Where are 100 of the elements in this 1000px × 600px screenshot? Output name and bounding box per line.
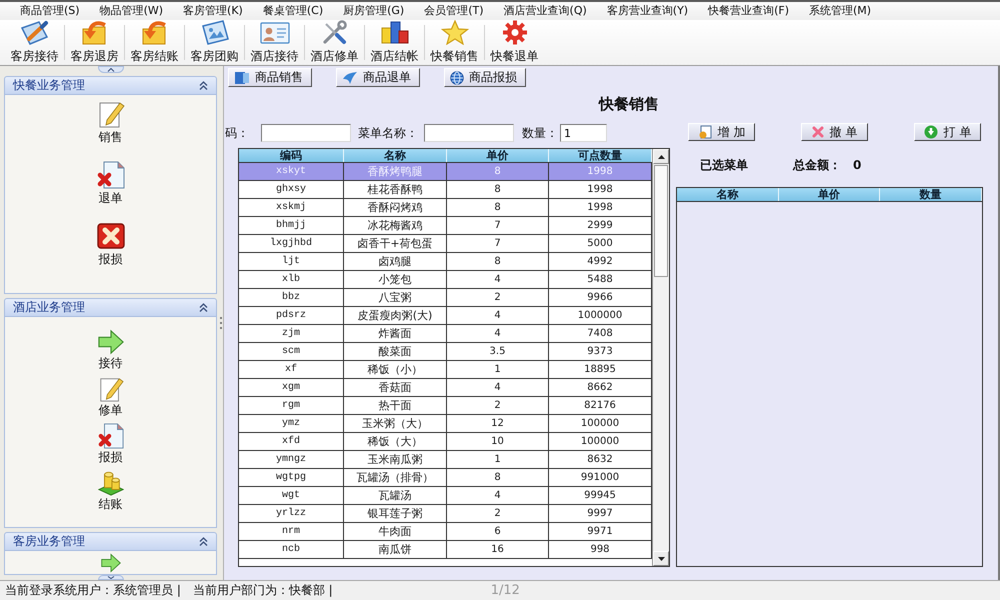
- table-cell: 银耳莲子粥: [344, 505, 447, 522]
- table-row[interactable]: bhmjj 冰花梅酱鸡 7 2999: [239, 217, 652, 235]
- menu-item[interactable]: 物品管理(W): [92, 3, 170, 19]
- table-cell: lxgjhbd: [239, 235, 344, 252]
- table-cell: 卤鸡腿: [344, 253, 447, 270]
- loss-report-button[interactable]: 商品报损: [444, 68, 526, 87]
- table-row[interactable]: nrm 牛肉面 6 9971: [239, 523, 652, 541]
- page-title: 快餐销售: [597, 95, 660, 113]
- table-cell: 8: [447, 253, 549, 270]
- pencil-document-icon: [98, 376, 124, 402]
- table-cell: 4: [447, 379, 549, 396]
- quantity-field[interactable]: 1: [560, 124, 607, 142]
- table-cell: 牛肉面: [344, 523, 447, 540]
- table-cell: 2: [447, 397, 549, 414]
- sidebar-item[interactable]: [100, 553, 120, 573]
- toolbar-button[interactable]: 客房接待: [6, 20, 63, 65]
- sidebar-item[interactable]: 报损: [98, 423, 124, 464]
- table-row[interactable]: xfd 稀饭（大） 10 100000: [239, 433, 652, 451]
- field-label: 菜单名称：: [358, 124, 418, 142]
- sidebar-item[interactable]: 修单: [98, 376, 124, 417]
- sidebar-item[interactable]: 接待: [98, 329, 124, 370]
- table-cell: 玉米南瓜粥: [344, 451, 447, 468]
- sidebar-section-header[interactable]: 酒店业务管理: [4, 298, 217, 317]
- toolbar-button[interactable]: 快餐退单: [486, 20, 543, 65]
- table-row[interactable]: wgtpg 瓦罐汤（排骨） 8 991000: [239, 469, 652, 487]
- scroll-down-button[interactable]: [653, 551, 669, 566]
- toolbar-button[interactable]: 酒店结帐: [366, 20, 423, 65]
- table-cell: 6: [447, 523, 549, 540]
- chevron-up-icon: [106, 68, 114, 72]
- cancel-order-button[interactable]: 撤 单: [801, 123, 868, 141]
- sidebar-item[interactable]: 销售: [96, 100, 124, 144]
- menu-item[interactable]: 酒店营业查询(Q): [496, 3, 594, 19]
- selected-menu-label: 已选菜单: [700, 156, 748, 174]
- status-text: 当前登录系统用户：系统管理员 |: [5, 582, 181, 599]
- total-label: 总金额：: [793, 156, 841, 174]
- table-row[interactable]: ncb 南瓜饼 16 998: [239, 541, 652, 559]
- document-cross-icon: [96, 161, 124, 189]
- menu-item[interactable]: 餐桌管理(C): [256, 3, 330, 19]
- field-label: 数量：: [522, 124, 558, 142]
- table-cell: ghxsy: [239, 181, 344, 198]
- column-header: 单价: [778, 188, 880, 201]
- table-row[interactable]: xlb 小笼包 4 5488: [239, 271, 652, 289]
- code-field[interactable]: [261, 124, 351, 142]
- table-row[interactable]: ymz 玉米粥（大） 12 100000: [239, 415, 652, 433]
- swoosh-icon: [342, 70, 358, 84]
- table-cell: nrm: [239, 523, 344, 540]
- toolbar-button[interactable]: 酒店接待: [246, 20, 303, 65]
- sidebar-section-header[interactable]: 快餐业务管理: [4, 76, 217, 95]
- toolbar-button[interactable]: 客房团购: [186, 20, 243, 65]
- menu-item[interactable]: 客房管理(K): [176, 3, 250, 19]
- scroll-up-button[interactable]: [653, 149, 669, 164]
- table-row[interactable]: lxgjhbd 卤香干+荷包蛋 7 5000: [239, 235, 652, 253]
- print-button[interactable]: 打 单: [914, 123, 981, 141]
- toolbar-button[interactable]: 客房退房: [66, 20, 123, 65]
- menu-item[interactable]: 系统管理(M): [802, 3, 878, 19]
- table-row[interactable]: yrlzz 银耳莲子粥 2 9997: [239, 505, 652, 523]
- sidebar-item[interactable]: 结账: [98, 470, 124, 511]
- table-row[interactable]: xf 稀饭（小） 1 18895: [239, 361, 652, 379]
- table-cell: rgm: [239, 397, 344, 414]
- menu-item[interactable]: 厨房管理(G): [336, 3, 412, 19]
- scrollbar-track[interactable]: [652, 149, 669, 566]
- right-arrow-icon: [98, 329, 124, 355]
- return-button[interactable]: 商品退单: [336, 68, 420, 87]
- table-cell: 酸菜面: [344, 343, 447, 360]
- toolbar-button[interactable]: 快餐销售: [426, 20, 483, 65]
- sale-button[interactable]: 商品销售: [228, 68, 312, 87]
- menu-item[interactable]: 客房营业查询(Y): [600, 3, 696, 19]
- sidebar-item[interactable]: 报损: [96, 222, 124, 266]
- table-cell: xfd: [239, 433, 344, 450]
- sidebar-section-header[interactable]: 客房业务管理: [4, 532, 217, 551]
- table-cell: 香酥闷烤鸡: [344, 199, 447, 216]
- table-row[interactable]: scm 酸菜面 3.5 9373: [239, 343, 652, 361]
- table-cell: 7: [447, 217, 549, 234]
- table-cell: 瓦罐汤（排骨）: [344, 469, 447, 486]
- menu-item[interactable]: 商品管理(S): [13, 3, 87, 19]
- table-row[interactable]: rgm 热干面 2 82176: [239, 397, 652, 415]
- document-icon: [698, 125, 712, 139]
- table-row[interactable]: pdsrz 皮蛋瘦肉粥(大) 4 1000000: [239, 307, 652, 325]
- table-row[interactable]: ghxsy 桂花香酥鸭 8 1998: [239, 181, 652, 199]
- menu-item[interactable]: 快餐营业查询(F): [701, 3, 796, 19]
- dish-name-field[interactable]: [424, 124, 514, 142]
- table-row[interactable]: xskmj 香酥闷烤鸡 8 1998: [239, 199, 652, 217]
- panel-scroll-up-button[interactable]: [98, 66, 124, 73]
- table-cell: 桂花香酥鸭: [344, 181, 447, 198]
- menu-item[interactable]: 会员管理(T): [417, 3, 491, 19]
- table-row[interactable]: xgm 香菇面 4 8662: [239, 379, 652, 397]
- table-row[interactable]: ymngz 玉米南瓜粥 1 8632: [239, 451, 652, 469]
- toolbar-button[interactable]: 酒店修单: [306, 20, 363, 65]
- toolbar-button[interactable]: 客房结账: [126, 20, 183, 65]
- table-row[interactable]: wgt 瓦罐汤 4 99945: [239, 487, 652, 505]
- sidebar-item[interactable]: 退单: [96, 161, 124, 205]
- table-cell: 皮蛋瘦肉粥(大): [344, 307, 447, 324]
- scrollbar-thumb[interactable]: [654, 165, 668, 277]
- table-row[interactable]: zjm 炸酱面 4 7408: [239, 325, 652, 343]
- column-header: 名称: [677, 188, 779, 201]
- table-cell: 4: [447, 271, 549, 288]
- table-row[interactable]: bbz 八宝粥 2 9966: [239, 289, 652, 307]
- field-label: 码：: [225, 124, 249, 142]
- table-row[interactable]: ljt 卤鸡腿 8 4992: [239, 253, 652, 271]
- add-button[interactable]: 增 加: [688, 123, 755, 141]
